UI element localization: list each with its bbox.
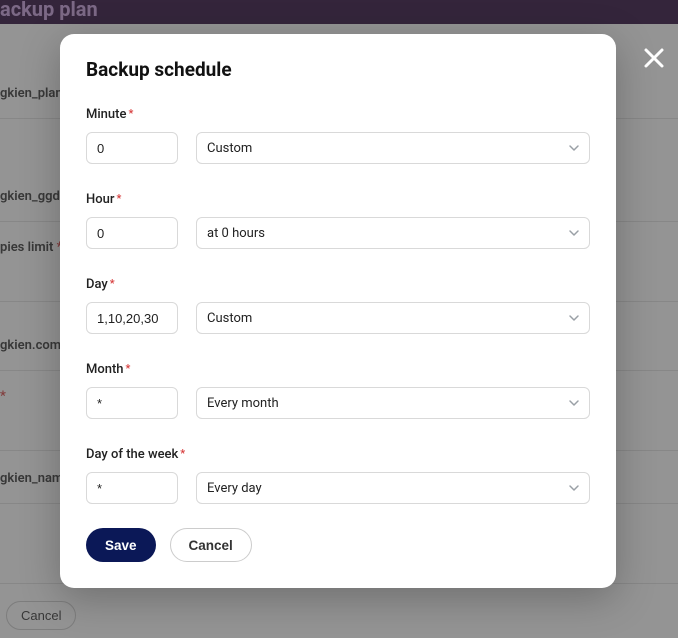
chevron-down-icon: [568, 312, 580, 324]
chevron-down-icon: [568, 227, 580, 239]
month-field-group: Month* Every month: [86, 358, 590, 419]
month-select-value: Every month: [207, 396, 279, 411]
month-label: Month*: [86, 362, 130, 377]
modal-title: Backup schedule: [86, 58, 590, 81]
minute-label: Minute*: [86, 107, 133, 122]
backup-schedule-modal: Backup schedule Minute* Custom Hour*: [60, 34, 616, 588]
cancel-button[interactable]: Cancel: [170, 528, 252, 562]
dow-input[interactable]: [86, 472, 178, 504]
hour-select-value: at 0 hours: [207, 226, 265, 241]
hour-label: Hour*: [86, 192, 121, 207]
dow-select[interactable]: Every day: [196, 472, 590, 504]
month-select[interactable]: Every month: [196, 387, 590, 419]
minute-field-group: Minute* Custom: [86, 103, 590, 164]
chevron-down-icon: [568, 482, 580, 494]
dow-label: Day of the week*: [86, 447, 185, 462]
day-field-group: Day* Custom: [86, 273, 590, 334]
day-select-value: Custom: [207, 311, 252, 326]
minute-select[interactable]: Custom: [196, 132, 590, 164]
dow-select-value: Every day: [207, 481, 262, 496]
hour-field-group: Hour* at 0 hours: [86, 188, 590, 249]
minute-select-value: Custom: [207, 141, 252, 156]
day-input[interactable]: [86, 302, 178, 334]
chevron-down-icon: [568, 142, 580, 154]
chevron-down-icon: [568, 397, 580, 409]
day-select[interactable]: Custom: [196, 302, 590, 334]
day-label: Day*: [86, 277, 115, 292]
month-input[interactable]: [86, 387, 178, 419]
hour-select[interactable]: at 0 hours: [196, 217, 590, 249]
modal-footer: Save Cancel: [86, 528, 590, 562]
hour-input[interactable]: [86, 217, 178, 249]
save-button[interactable]: Save: [86, 528, 156, 562]
dow-field-group: Day of the week* Every day: [86, 443, 590, 504]
close-icon[interactable]: [642, 46, 666, 76]
minute-input[interactable]: [86, 132, 178, 164]
modal-overlay: Backup schedule Minute* Custom Hour*: [0, 0, 678, 638]
